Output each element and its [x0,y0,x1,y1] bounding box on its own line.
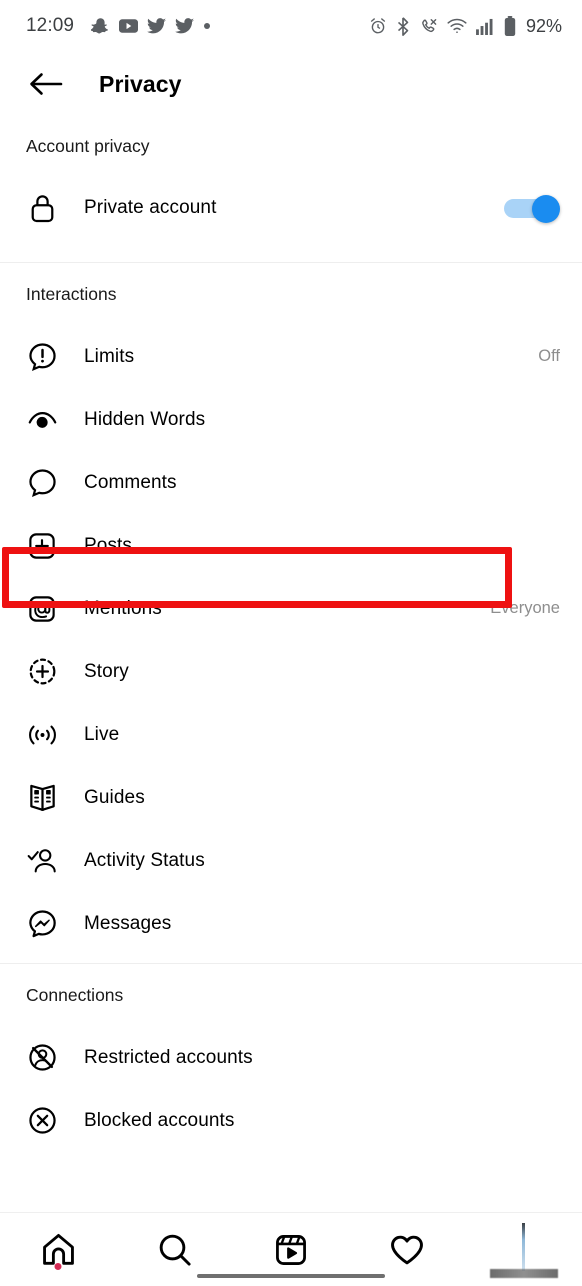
settings-row-live[interactable]: Live [0,703,582,766]
search-icon [159,1234,191,1266]
settings-row-posts[interactable]: Posts [0,514,582,577]
settings-row-label: Live [84,723,120,745]
status-bar-clock: 12:09 [26,15,75,36]
call-mute-icon [419,17,438,36]
settings-row-label: Messages [84,912,172,934]
settings-row-label: Restricted accounts [84,1046,253,1068]
home-notification-badge [54,1263,62,1270]
dot-icon [203,22,211,30]
settings-row-blocked-accounts[interactable]: Blocked accounts [0,1089,582,1152]
back-arrow-icon[interactable] [26,64,66,104]
settings-row-label: Limits [84,345,135,367]
phone-screen: 12:09 92% Privacy Account privacy Privat… [0,0,582,1286]
limits-bubble-icon [26,341,58,373]
live-broadcast-icon [26,719,58,751]
settings-row-story[interactable]: Story [0,640,582,703]
settings-row-activity-status[interactable]: Activity Status [0,829,582,892]
status-bar-system-icons: 92% [369,16,562,37]
settings-row-label: Activity Status [84,849,205,871]
battery-percentage: 92% [525,15,562,36]
settings-row-messages[interactable]: Messages [0,892,582,955]
activity-status-icon [26,845,58,877]
settings-row-label: Comments [84,471,177,493]
heart-icon [391,1235,424,1264]
nav-item-home[interactable] [0,1213,116,1286]
bluetooth-icon [396,16,410,36]
settings-row-comments[interactable]: Comments [0,451,582,514]
status-bar: 12:09 92% [0,0,582,52]
avatar-clipped-artifact [489,1269,558,1278]
twitter-icon [175,18,195,34]
page-title: Privacy [99,70,182,97]
nav-item-profile[interactable] [466,1213,582,1286]
avatar-icon [522,1222,526,1271]
section-header-connections: Connections [26,984,124,1005]
section-header-account-privacy: Account privacy [26,135,150,156]
bottom-navigation-bar [0,1212,582,1286]
settings-row-mentions[interactable]: Mentions Everyone [0,577,582,640]
private-account-toggle[interactable] [504,194,560,223]
snapchat-icon [91,17,110,36]
gesture-navigation-bar[interactable] [197,1274,385,1278]
settings-row-label: Private account [84,196,217,218]
at-sign-icon [26,593,58,625]
settings-row-limits[interactable]: Limits Off [0,325,582,388]
settings-row-value: Off [538,347,560,365]
settings-row-private-account[interactable]: Private account [0,176,582,239]
blocked-account-icon [26,1105,58,1137]
cellular-signal-icon [476,18,495,35]
restricted-account-icon [26,1042,58,1074]
settings-row-label: Posts [84,534,133,556]
story-plus-icon [26,656,58,688]
settings-row-label: Hidden Words [84,408,206,430]
section-header-interactions: Interactions [26,283,117,304]
app-bar: Privacy [0,52,582,116]
battery-icon [504,16,516,36]
youtube-icon [119,19,139,33]
settings-list: Account privacy Private account Interact… [0,116,582,1212]
alarm-icon [369,17,387,35]
twitter-icon [147,18,167,34]
wifi-icon [447,18,467,34]
reels-icon [276,1234,306,1265]
settings-row-label: Mentions [84,597,162,619]
settings-row-restricted-accounts[interactable]: Restricted accounts [0,1026,582,1089]
settings-row-guides[interactable]: Guides [0,766,582,829]
comment-bubble-icon [26,467,58,499]
settings-row-label: Blocked accounts [84,1109,235,1131]
settings-row-value: Everyone [490,599,560,617]
settings-row-label: Guides [84,786,145,808]
messenger-icon [26,908,58,940]
guides-book-icon [26,782,58,814]
settings-row-hidden-words[interactable]: Hidden Words [0,388,582,451]
plus-square-icon [26,530,58,562]
toggle-thumb [532,194,560,223]
hidden-words-eye-icon [26,404,58,436]
settings-row-label: Story [84,660,129,682]
lock-icon [26,192,58,224]
status-bar-notification-icons [91,17,211,36]
